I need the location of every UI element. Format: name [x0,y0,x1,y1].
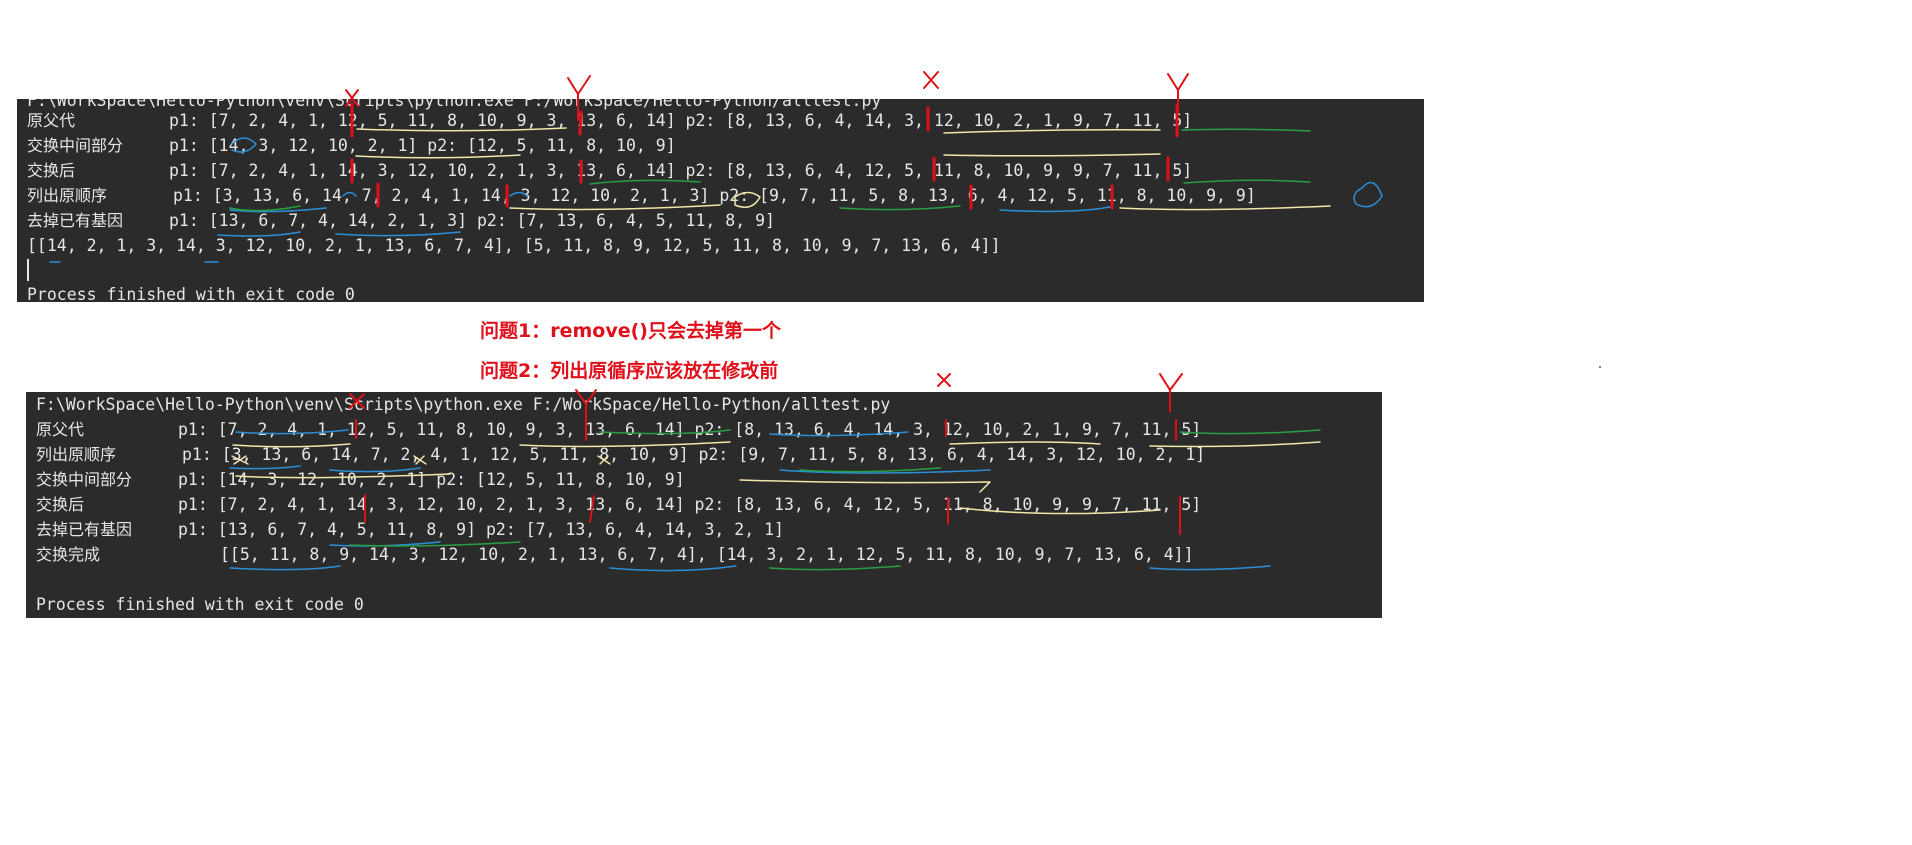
console-line: 去掉已有基因 p1: [13, 6, 7, 4, 14, 2, 1, 3] p2:… [27,208,775,233]
line-text: p1: [7, 2, 4, 1, 14, 3, 12, 10, 2, 1, 3,… [178,495,1202,514]
text-cursor [27,259,29,281]
line-text: [[14, 2, 1, 3, 14, 3, 12, 10, 2, 1, 13, … [27,236,1001,255]
problem-note-2: 问题2：列出原循序应该放在修改前 [480,360,779,382]
console-line: 去掉已有基因 p1: [13, 6, 7, 4, 5, 11, 8, 9] p2:… [36,517,784,542]
console-line: 原父代 p1: [7, 2, 4, 1, 12, 5, 11, 8, 10, 9,… [36,417,1201,442]
line-label: 去掉已有基因 [27,211,124,230]
line-label: 交换后 [36,495,85,514]
console-output-bottom: F:\WorkSpace\Hello-Python\venv\Scripts\p… [26,392,1382,618]
line-label: 原父代 [36,420,85,439]
line-text: p1: [14, 3, 12, 10, 2, 1] p2: [12, 5, 11… [169,136,676,155]
handwritten-x-mark [937,373,951,387]
console-line: 交换后 p1: [7, 2, 4, 1, 14, 3, 12, 10, 2, 1,… [27,158,1192,183]
console-result-line: [[14, 2, 1, 3, 14, 3, 12, 10, 2, 1, 13, … [27,233,1001,258]
line-text: p1: [7, 2, 4, 1, 12, 5, 11, 8, 10, 9, 3,… [169,111,1193,130]
line-text: [[5, 11, 8, 9, 14, 3, 12, 10, 2, 1, 13, … [220,545,1194,564]
handwritten-x-mark [923,71,939,89]
line-label: 去掉已有基因 [36,520,133,539]
line-text: p1: [7, 2, 4, 1, 14, 3, 12, 10, 2, 1, 3,… [169,161,1193,180]
line-label: 原父代 [27,111,76,130]
console-line: 交换中间部分 p1: [14, 3, 12, 10, 2, 1] p2: [12,… [36,467,685,492]
console-output-top: F:\WorkSpace\Hello-Python\venv\Scripts\p… [17,99,1424,302]
stray-dot [1599,366,1601,368]
console-header: F:\WorkSpace\Hello-Python\venv\Scripts\p… [36,395,891,414]
console-line: 原父代 p1: [7, 2, 4, 1, 12, 5, 11, 8, 10, 9,… [27,108,1192,133]
line-text: p1: [13, 6, 7, 4, 14, 2, 1, 3] p2: [7, 1… [169,211,775,230]
exit-message: Process finished with exit code 0 [27,285,355,302]
console-line: 交换后 p1: [7, 2, 4, 1, 14, 3, 12, 10, 2, 1,… [36,492,1201,517]
line-label: 交换后 [27,161,76,180]
line-label: 交换中间部分 [27,136,124,155]
console-line: 列出原顺序 p1: [3, 13, 6, 14, 7, 2, 4, 1, 12, … [36,442,1205,467]
exit-message: Process finished with exit code 0 [36,595,364,614]
problem-note-1: 问题1：remove()只会去掉第一个 [480,320,781,342]
console-line: 列出原顺序 p1: [3, 13, 6, 14, 7, 2, 4, 1, 14, … [27,183,1256,208]
line-text: p1: [7, 2, 4, 1, 12, 5, 11, 8, 10, 9, 3,… [178,420,1202,439]
line-label: 列出原顺序 [27,186,108,205]
console-line: 交换中间部分 p1: [14, 3, 12, 10, 2, 1] p2: [12,… [27,133,676,158]
line-text: p1: [13, 6, 7, 4, 5, 11, 8, 9] p2: [7, 1… [178,520,784,539]
line-label: 交换完成 [36,545,101,564]
line-text: p1: [3, 13, 6, 14, 7, 2, 4, 1, 12, 5, 11… [182,445,1206,464]
line-text: p1: [3, 13, 6, 14, 7, 2, 4, 1, 14, 3, 12… [173,186,1256,205]
line-label: 列出原顺序 [36,445,117,464]
console-result-line: 交换完成 [[5, 11, 8, 9, 14, 3, 12, 10, 2, 1, … [36,542,1194,567]
line-text: p1: [14, 3, 12, 10, 2, 1] p2: [12, 5, 11… [178,470,685,489]
line-label: 交换中间部分 [36,470,133,489]
